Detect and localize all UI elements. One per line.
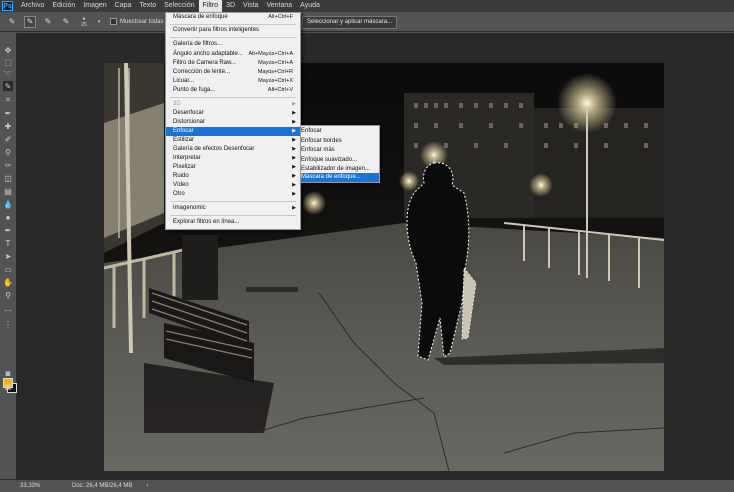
submenu-arrow-icon: ▶ — [292, 173, 296, 179]
submenu-arrow-icon: ▶ — [292, 101, 296, 107]
submenu-arrow-icon: ▶ — [292, 110, 296, 116]
zoom-tool-icon[interactable]: ⚲ — [3, 290, 13, 300]
sharpen-item-unsharp-mask[interactable]: Máscara de enfoque... — [301, 172, 379, 182]
filter-blur[interactable]: Desenfocar ▶ — [166, 109, 300, 118]
submenu-arrow-icon: ▶ — [292, 137, 296, 143]
pen-tool-icon[interactable]: ✒ — [3, 225, 13, 235]
type-tool-icon[interactable]: T — [3, 238, 13, 248]
rectangle-tool-icon[interactable]: ▭ — [3, 264, 13, 274]
submenu-arrow-icon: ▶ — [292, 205, 296, 211]
filter-imagenomic[interactable]: Imagenomic ▶ — [166, 204, 300, 213]
blur-tool-icon[interactable]: 💧 — [3, 199, 13, 209]
filter-unsharp-mask-last[interactable]: Máscara de enfoque Alt+Ctrl+F — [166, 13, 300, 22]
sharpen-item-more[interactable]: Enfocar más — [301, 146, 379, 156]
menu-3d[interactable]: 3D — [222, 0, 239, 12]
clone-stamp-tool-icon[interactable]: ⚲ — [3, 147, 13, 157]
menu-separator — [170, 215, 296, 216]
submenu-arrow-icon: ▶ — [292, 155, 296, 161]
healing-brush-tool-icon[interactable]: ✚ — [3, 121, 13, 131]
filter-stylize[interactable]: Estilizar ▶ — [166, 136, 300, 145]
options-bar: ✎ ✎ ✎ ✎ ● 25 ▾ Muestrear todas las capas … — [0, 12, 734, 32]
new-selection-icon[interactable]: ✎ — [24, 15, 36, 28]
quick-selection-tool-icon[interactable]: ✎ — [3, 81, 13, 91]
filter-gallery[interactable]: Galería de filtros... — [166, 40, 300, 49]
filter-render[interactable]: Interpretar ▶ — [166, 154, 300, 163]
tools-panel: ✥ ⬚ ➰ ✎ ⌗ ✒ ✚ ✐ ⚲ ✑ ◫ ▤ 💧 ● ✒ T ➤ ▭ ✋ ⚲ … — [0, 33, 17, 479]
document-size-info: Doc: 26,4 MB/26,4 MB — [72, 483, 133, 489]
filter-liquify[interactable]: Licuar... Mayús+Ctrl+X — [166, 77, 300, 86]
submenu-arrow-icon: ▶ — [292, 146, 296, 152]
photoshop-logo: Ps — [2, 1, 13, 11]
filter-browse-online[interactable]: Explorar filtros en línea... — [166, 218, 300, 227]
menu-separator — [170, 24, 296, 25]
menu-ventana[interactable]: Ventana — [262, 0, 296, 12]
sharpen-item-edges[interactable]: Enfocar bordes — [301, 137, 379, 147]
zoom-level[interactable]: 33,33% — [20, 483, 50, 489]
menu-filtro[interactable]: Filtro — [198, 0, 223, 12]
screen-mode-icon[interactable]: ▣ — [3, 381, 13, 391]
menu-edicion[interactable]: Edición — [48, 0, 79, 12]
filter-blur-gallery[interactable]: Galería de efectos Desenfocar ▶ — [166, 145, 300, 154]
path-selection-tool-icon[interactable]: ➤ — [3, 251, 13, 261]
sharpen-item-enfocar[interactable]: Enfocar — [301, 127, 379, 137]
marquee-tool-icon[interactable]: ⬚ — [3, 57, 13, 67]
brush-size-icon[interactable]: ● 25 — [78, 16, 90, 28]
filter-camera-raw[interactable]: Filtro de Camera Raw... Mayús+Ctrl+A — [166, 59, 300, 68]
menu-separator — [170, 37, 296, 38]
dodge-tool-icon[interactable]: ● — [3, 212, 13, 222]
brush-size-value: 25 — [81, 21, 87, 28]
filter-sharpen[interactable]: Enfocar ▶ — [166, 127, 300, 136]
brush-tool-icon[interactable]: ✐ — [3, 134, 13, 144]
hand-tool-icon[interactable]: ✋ — [3, 277, 13, 287]
filter-convert-smart-filters[interactable]: Convertir para filtros inteligentes — [166, 26, 300, 35]
menu-vista[interactable]: Vista — [239, 0, 262, 12]
more-tools-icon[interactable]: ⋯ — [3, 305, 13, 315]
status-menu-arrow-icon[interactable]: › — [146, 483, 148, 489]
menu-archivo[interactable]: Archivo — [17, 0, 48, 12]
filter-adaptive-wide-angle[interactable]: Ángulo ancho adaptable... Alt+Mayús+Ctrl+… — [166, 50, 300, 59]
edit-toolbar-icon[interactable]: ⋮ — [3, 319, 13, 329]
quick-mask-icon[interactable]: ◙ — [3, 368, 13, 378]
submenu-arrow-icon: ▶ — [292, 164, 296, 170]
select-and-mask-button[interactable]: Seleccionar y aplicar máscara... — [302, 16, 398, 29]
move-tool-icon[interactable]: ✥ — [3, 45, 13, 55]
filter-vanishing-point[interactable]: Punto de fuga... Alt+Ctrl+V — [166, 86, 300, 95]
submenu-arrow-icon: ▶ — [292, 191, 296, 197]
lasso-tool-icon[interactable]: ➰ — [3, 69, 13, 79]
submenu-arrow-icon: ▶ — [292, 119, 296, 125]
menu-imagen[interactable]: Imagen — [79, 0, 110, 12]
subtract-from-selection-icon[interactable]: ✎ — [60, 16, 72, 28]
filter-3d[interactable]: 3D ▶ — [166, 100, 300, 109]
filter-pixelate[interactable]: Pixelizar ▶ — [166, 163, 300, 172]
brush-dropdown-icon[interactable]: ▾ — [96, 16, 102, 28]
gradient-tool-icon[interactable]: ▤ — [3, 186, 13, 196]
status-bar: 33,33% Doc: 26,4 MB/26,4 MB › — [0, 479, 734, 492]
menu-ayuda[interactable]: Ayuda — [296, 0, 324, 12]
crop-tool-icon[interactable]: ⌗ — [3, 95, 13, 105]
history-brush-tool-icon[interactable]: ✑ — [3, 160, 13, 170]
filter-lens-correction[interactable]: Corrección de lente... Mayús+Ctrl+R — [166, 68, 300, 77]
submenu-arrow-icon: ▶ — [292, 182, 296, 188]
filter-noise[interactable]: Ruido ▶ — [166, 172, 300, 181]
filter-other[interactable]: Otro ▶ — [166, 190, 300, 199]
filter-video[interactable]: Vídeo ▶ — [166, 181, 300, 190]
filter-distort[interactable]: Distorsionar ▶ — [166, 118, 300, 127]
menu-bar: Ps Archivo Edición Imagen Capa Texto Sel… — [0, 0, 734, 12]
add-to-selection-icon[interactable]: ✎ — [42, 16, 54, 28]
menu-seleccion[interactable]: Selección — [160, 0, 198, 12]
filter-menu: Máscara de enfoque Alt+Ctrl+F Convertir p… — [165, 12, 301, 230]
menu-capa[interactable]: Capa — [111, 0, 136, 12]
quick-selection-tool-icon[interactable]: ✎ — [6, 16, 18, 28]
menu-separator — [170, 201, 296, 202]
menu-texto[interactable]: Texto — [135, 0, 160, 12]
sharpen-item-smart[interactable]: Enfoque suavizado... — [301, 156, 379, 166]
sample-all-layers-checkbox[interactable] — [110, 18, 117, 25]
menu-separator — [170, 97, 296, 98]
submenu-arrow-icon: ▶ — [292, 128, 296, 134]
eyedropper-tool-icon[interactable]: ✒ — [3, 108, 13, 118]
sharpen-submenu: Enfocar Enfocar bordes Enfocar más Enfoq… — [300, 125, 380, 183]
eraser-tool-icon[interactable]: ◫ — [3, 173, 13, 183]
